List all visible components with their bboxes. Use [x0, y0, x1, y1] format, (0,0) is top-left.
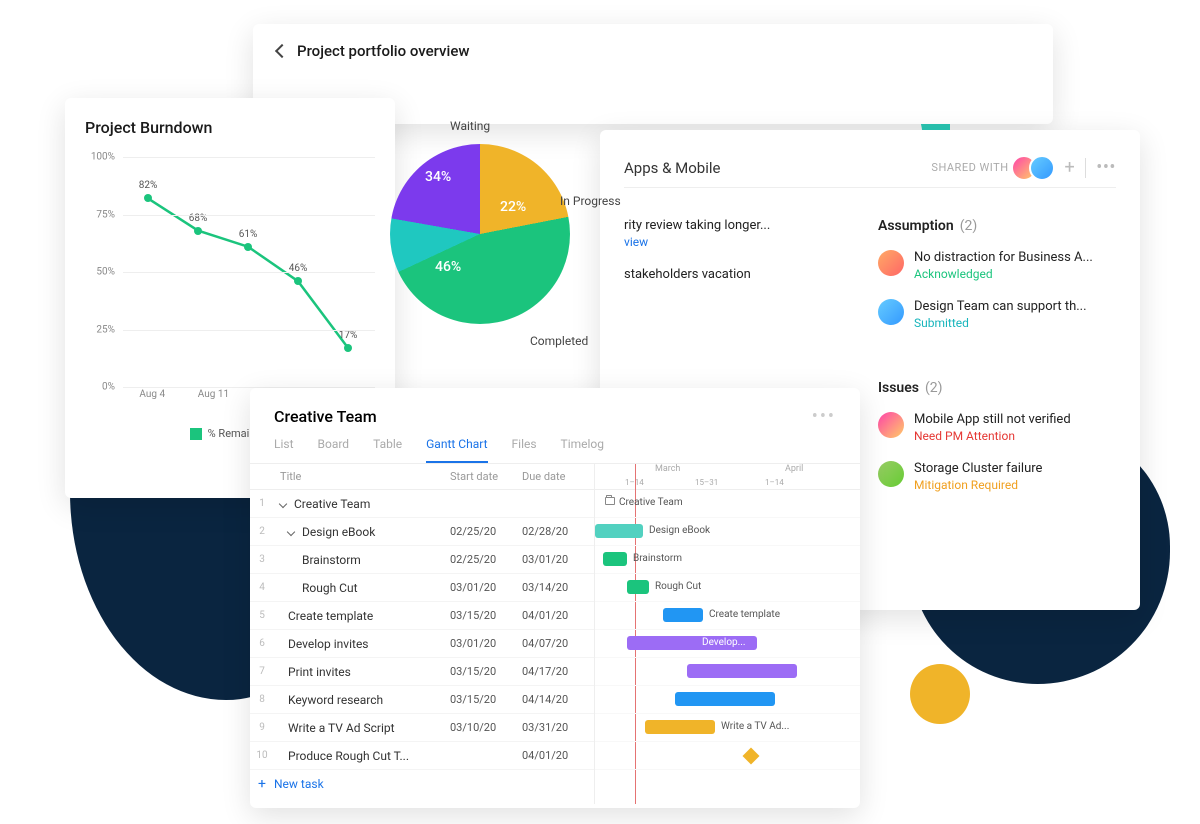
table-row[interactable]: 5Create template03/15/2004/01/20 — [250, 602, 594, 630]
gantt-bar[interactable] — [603, 552, 627, 566]
gantt-bar[interactable] — [675, 692, 775, 706]
raid-item[interactable]: No distraction for Business A...Acknowle… — [878, 250, 1116, 281]
avatar — [878, 412, 904, 438]
shared-with-label: SHARED WITH — [931, 161, 1008, 174]
avatar — [878, 299, 904, 325]
back-icon[interactable] — [275, 44, 289, 58]
raid-item[interactable]: Design Team can support th...Submitted — [878, 299, 1116, 330]
more-menu-button[interactable]: ••• — [1096, 157, 1116, 178]
add-share-button[interactable]: + — [1065, 157, 1076, 178]
table-row[interactable]: 6Develop invites03/01/2004/07/20 — [250, 630, 594, 658]
raid-item[interactable]: Storage Cluster failureMitigation Requir… — [878, 461, 1116, 492]
burndown-chart: 0%25%50%75%100% 82%68%61%46%17% Aug 4Aug… — [85, 157, 375, 417]
issues-heading: Issues — [878, 380, 919, 396]
gantt-bar[interactable] — [595, 524, 643, 538]
tab-board[interactable]: Board — [318, 437, 350, 463]
tab-list[interactable]: List — [274, 437, 294, 463]
tab-table[interactable]: Table — [373, 437, 402, 463]
gantt-tabs: List Board Table Gantt Chart Files Timelog — [250, 427, 860, 464]
gantt-more-button[interactable]: ••• — [812, 406, 836, 427]
new-task-button[interactable]: + New task — [250, 770, 594, 798]
assumption-heading: Assumption — [878, 218, 954, 234]
chevron-down-icon[interactable] — [287, 527, 295, 535]
milestone-diamond[interactable] — [743, 748, 760, 765]
avatar — [878, 461, 904, 487]
table-row[interactable]: 1Creative Team — [250, 490, 594, 518]
table-row[interactable]: 8Keyword research03/15/2004/14/20 — [250, 686, 594, 714]
tab-files[interactable]: Files — [512, 437, 537, 463]
table-row[interactable]: 9Write a TV Ad Script03/10/2003/31/20 — [250, 714, 594, 742]
risk-item[interactable]: rity review taking longer... view — [624, 218, 862, 249]
gantt-bar[interactable] — [645, 720, 715, 734]
risk-item[interactable]: stakeholders vacation — [624, 267, 862, 282]
gantt-bar[interactable] — [627, 580, 649, 594]
gantt-panel: Creative Team ••• List Board Table Gantt Ch… — [250, 388, 860, 808]
chevron-down-icon[interactable] — [279, 499, 287, 507]
table-row[interactable]: 10Produce Rough Cut T...04/01/20 — [250, 742, 594, 770]
table-row[interactable]: 2Design eBook02/25/2002/28/20 — [250, 518, 594, 546]
pie-chart: 34% 22% 46% Waiting In Progress Complete… — [380, 114, 630, 364]
gantt-bar[interactable] — [663, 608, 703, 622]
gantt-title: Creative Team — [274, 407, 377, 426]
table-row[interactable]: 4Rough Cut03/01/2003/14/20 — [250, 574, 594, 602]
avatar — [878, 250, 904, 276]
tab-timelog[interactable]: Timelog — [561, 437, 604, 463]
gantt-bar[interactable] — [687, 664, 797, 678]
apps-mobile-title: Apps & Mobile — [624, 159, 720, 177]
tab-gantt-chart[interactable]: Gantt Chart — [426, 437, 487, 463]
table-row[interactable]: 7Print invites03/15/2004/17/20 — [250, 658, 594, 686]
portfolio-title: Project portfolio overview — [297, 42, 470, 60]
shared-avatars[interactable] — [1019, 155, 1055, 181]
raid-item[interactable]: Mobile App still not verifiedNeed PM Att… — [878, 412, 1116, 443]
folder-icon — [605, 497, 615, 505]
decorative-circle-yellow — [910, 664, 970, 724]
table-row[interactable]: 3Brainstorm02/25/2003/01/20 — [250, 546, 594, 574]
burndown-title: Project Burndown — [85, 118, 375, 137]
